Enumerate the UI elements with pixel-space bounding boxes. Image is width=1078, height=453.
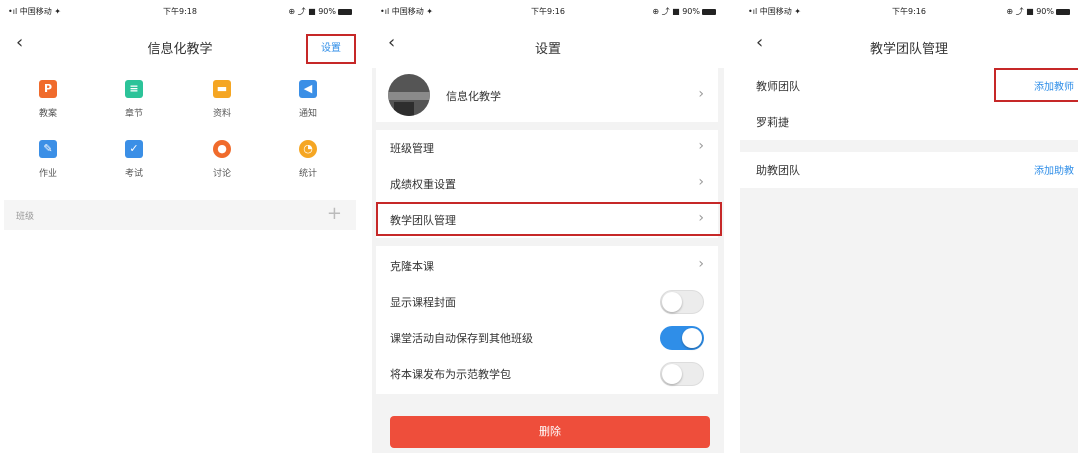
page-title: 教学团队管理 — [869, 42, 948, 57]
menu-item-class-management[interactable]: 班级管理 › — [376, 130, 718, 166]
class-label: 班级 — [16, 212, 35, 222]
toggle-row-show-cover: 显示课程封面 — [376, 284, 718, 320]
menu-item-label: 班级管理 — [390, 142, 434, 155]
grid-item-notices[interactable]: ◀ 通知 — [278, 80, 338, 130]
toggle-label: 将本课发布为示范教学包 — [390, 368, 511, 381]
status-bar: •ıl 中国移动 ✦ 下午9:18 ⊕ ⤴ ■ 90% — [0, 6, 360, 20]
delete-button[interactable]: 删除 — [390, 416, 710, 448]
toggle-row-publish-demo: 将本课发布为示范教学包 — [376, 356, 718, 392]
assistant-team-header: 助教团队 添加助教 — [740, 152, 1078, 188]
grid-item-statistics[interactable]: ◔ 统计 — [278, 140, 338, 190]
battery-label: ⊕ ⤴ ■ 90% — [652, 6, 716, 17]
grid-item-materials[interactable]: ▬ 资料 — [192, 80, 252, 130]
toggle-label: 显示课程封面 — [390, 296, 456, 309]
nav-bar: ‹ 设置 — [372, 24, 724, 68]
exam-icon: ✓ — [125, 140, 143, 158]
speaker-icon: ◀ — [299, 80, 317, 98]
grid-item-label: 讨论 — [212, 169, 231, 179]
chat-icon: ● — [213, 140, 231, 158]
homework-icon: ✎ — [39, 140, 57, 158]
toggle-label: 课堂活动自动保存到其他班级 — [390, 332, 533, 345]
grid-item-homework[interactable]: ✎ 作业 — [18, 140, 78, 190]
add-class-icon[interactable]: + — [327, 203, 342, 224]
chapter-icon: ≡ — [125, 80, 143, 98]
grid-item-label: 资料 — [212, 109, 231, 119]
autosave-toggle[interactable] — [660, 326, 704, 350]
pie-icon: ◔ — [299, 140, 317, 158]
settings-button[interactable]: 设置 — [306, 34, 356, 64]
status-bar: •ıl 中国移动 ✦ 下午9:16 ⊕ ⤴ ■ 90% — [740, 6, 1078, 20]
class-section: 班级 + — [4, 200, 356, 230]
course-name: 信息化教学 — [446, 90, 501, 103]
nav-bar: ‹ 教学团队管理 — [740, 24, 1078, 68]
course-info-row[interactable]: 信息化教学 › — [376, 68, 718, 122]
doc-icon: P — [39, 80, 57, 98]
grid-item-exam[interactable]: ✓ 考试 — [104, 140, 164, 190]
grid-item-label: 统计 — [298, 169, 317, 179]
status-bar: •ıl 中国移动 ✦ 下午9:16 ⊕ ⤴ ■ 90% — [372, 6, 724, 20]
menu-item-grade-weight[interactable]: 成绩权重设置 › — [376, 166, 718, 202]
grid-item-label: 章节 — [124, 109, 143, 119]
add-assistant-link[interactable]: 添加助教 — [1034, 162, 1074, 177]
grid-item-label: 教案 — [38, 109, 57, 119]
menu-item-label: 克隆本课 — [390, 260, 434, 273]
feature-grid: P 教案 ≡ 章节 ▬ 资料 ◀ 通知 ✎ 作业 ✓ 考试 ● 讨论 ◔ 统计 — [0, 80, 360, 190]
grid-item-chapters[interactable]: ≡ 章节 — [104, 80, 164, 130]
battery-icon — [338, 8, 352, 15]
grid-item-label: 作业 — [38, 169, 57, 179]
toggle-row-autosave: 课堂活动自动保存到其他班级 — [376, 320, 718, 356]
chevron-right-icon: › — [698, 256, 704, 272]
screen-settings: •ıl 中国移动 ✦ 下午9:16 ⊕ ⤴ ■ 90% ‹ 设置 信息化教学 ›… — [372, 0, 724, 453]
grid-item-discussion[interactable]: ● 讨论 — [192, 140, 252, 190]
chevron-right-icon: › — [698, 138, 704, 154]
settings-group-2: 克隆本课 › 显示课程封面 课堂活动自动保存到其他班级 将本课发布为示范教学包 — [376, 246, 718, 394]
course-cover-avatar — [388, 74, 430, 116]
highlight-box — [376, 202, 722, 236]
chevron-right-icon: › — [698, 86, 704, 102]
screen-teaching-team: •ıl 中国移动 ✦ 下午9:16 ⊕ ⤴ ■ 90% ‹ 教学团队管理 教师团… — [740, 0, 1078, 453]
battery-icon — [702, 8, 716, 15]
highlight-box — [994, 68, 1078, 102]
chevron-right-icon: › — [698, 174, 704, 190]
menu-item-clone-course[interactable]: 克隆本课 › — [376, 248, 718, 284]
battery-label: ⊕ ⤴ ■ 90% — [288, 6, 352, 17]
publish-demo-toggle[interactable] — [660, 362, 704, 386]
battery-icon — [1056, 8, 1070, 15]
grid-item-lesson-plan[interactable]: P 教案 — [18, 80, 78, 130]
folder-icon: ▬ — [213, 80, 231, 98]
page-title: 设置 — [534, 42, 561, 57]
teacher-list-item[interactable]: 罗莉捷 — [740, 104, 1078, 140]
teacher-name: 罗莉捷 — [756, 116, 789, 129]
grid-item-label: 考试 — [124, 169, 143, 179]
menu-item-label: 成绩权重设置 — [390, 178, 456, 191]
battery-label: ⊕ ⤴ ■ 90% — [1006, 6, 1070, 17]
assistant-team-label: 助教团队 — [756, 164, 800, 177]
show-cover-toggle[interactable] — [660, 290, 704, 314]
teacher-team-label: 教师团队 — [756, 80, 800, 93]
grid-item-label: 通知 — [298, 109, 317, 119]
screen-course-home: •ıl 中国移动 ✦ 下午9:18 ⊕ ⤴ ■ 90% ‹ 信息化教学 设置 P… — [0, 0, 360, 453]
